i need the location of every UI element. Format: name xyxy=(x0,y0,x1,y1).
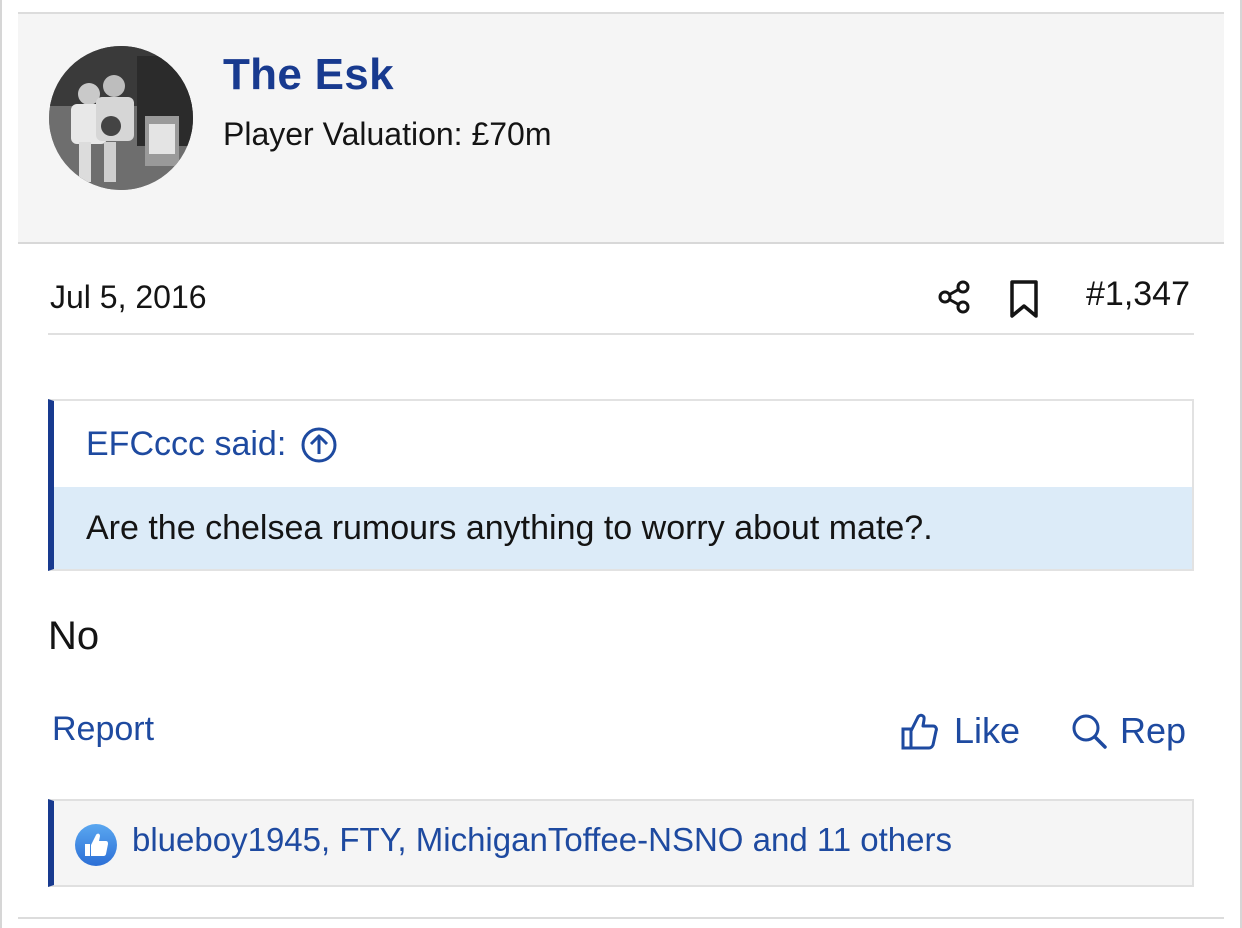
quote-block: EFCccc said: Are the chelsea rumours any… xyxy=(48,399,1194,571)
reply-button[interactable]: Rep xyxy=(1070,710,1186,752)
reactions-bar[interactable]: blueboy1945, FTY, MichiganToffee-NSNO an… xyxy=(48,799,1194,887)
post-meta: Jul 5, 2016 #1,347 xyxy=(48,269,1194,335)
arrow-up-circle-icon[interactable] xyxy=(300,426,338,464)
post-number[interactable]: #1,347 xyxy=(1086,275,1190,314)
bookmark-icon[interactable] xyxy=(1006,279,1042,319)
post-body-text: No xyxy=(48,614,100,658)
reaction-users[interactable]: blueboy1945, FTY, MichiganToffee-NSNO an… xyxy=(132,821,952,859)
username[interactable]: The Esk xyxy=(223,50,394,100)
share-icon[interactable] xyxy=(936,279,972,315)
thumbs-up-icon xyxy=(901,713,938,750)
forum-post: The Esk Player Valuation: £70m Jul 5, 20… xyxy=(18,12,1224,919)
user-title: Player Valuation: £70m xyxy=(223,116,552,152)
search-icon xyxy=(1072,714,1107,749)
user-header: The Esk Player Valuation: £70m xyxy=(18,14,1224,247)
like-reaction-icon xyxy=(75,824,117,866)
quote-attribution[interactable]: EFCccc said: xyxy=(86,425,338,464)
like-label: Like xyxy=(954,710,1021,751)
quote-author-label: EFCccc said: xyxy=(86,425,287,463)
quote-body: Are the chelsea rumours anything to worr… xyxy=(54,487,1192,569)
like-button[interactable]: Like xyxy=(900,710,1020,752)
reply-label: Rep xyxy=(1120,710,1187,751)
report-link[interactable]: Report xyxy=(52,710,154,749)
post-actions: Report Like Rep xyxy=(48,704,1194,764)
avatar[interactable] xyxy=(49,46,193,190)
post-date[interactable]: Jul 5, 2016 xyxy=(50,279,207,316)
quote-text: Are the chelsea rumours anything to worr… xyxy=(86,509,933,547)
page-border-left xyxy=(0,0,2,928)
post-divider xyxy=(18,917,1224,919)
